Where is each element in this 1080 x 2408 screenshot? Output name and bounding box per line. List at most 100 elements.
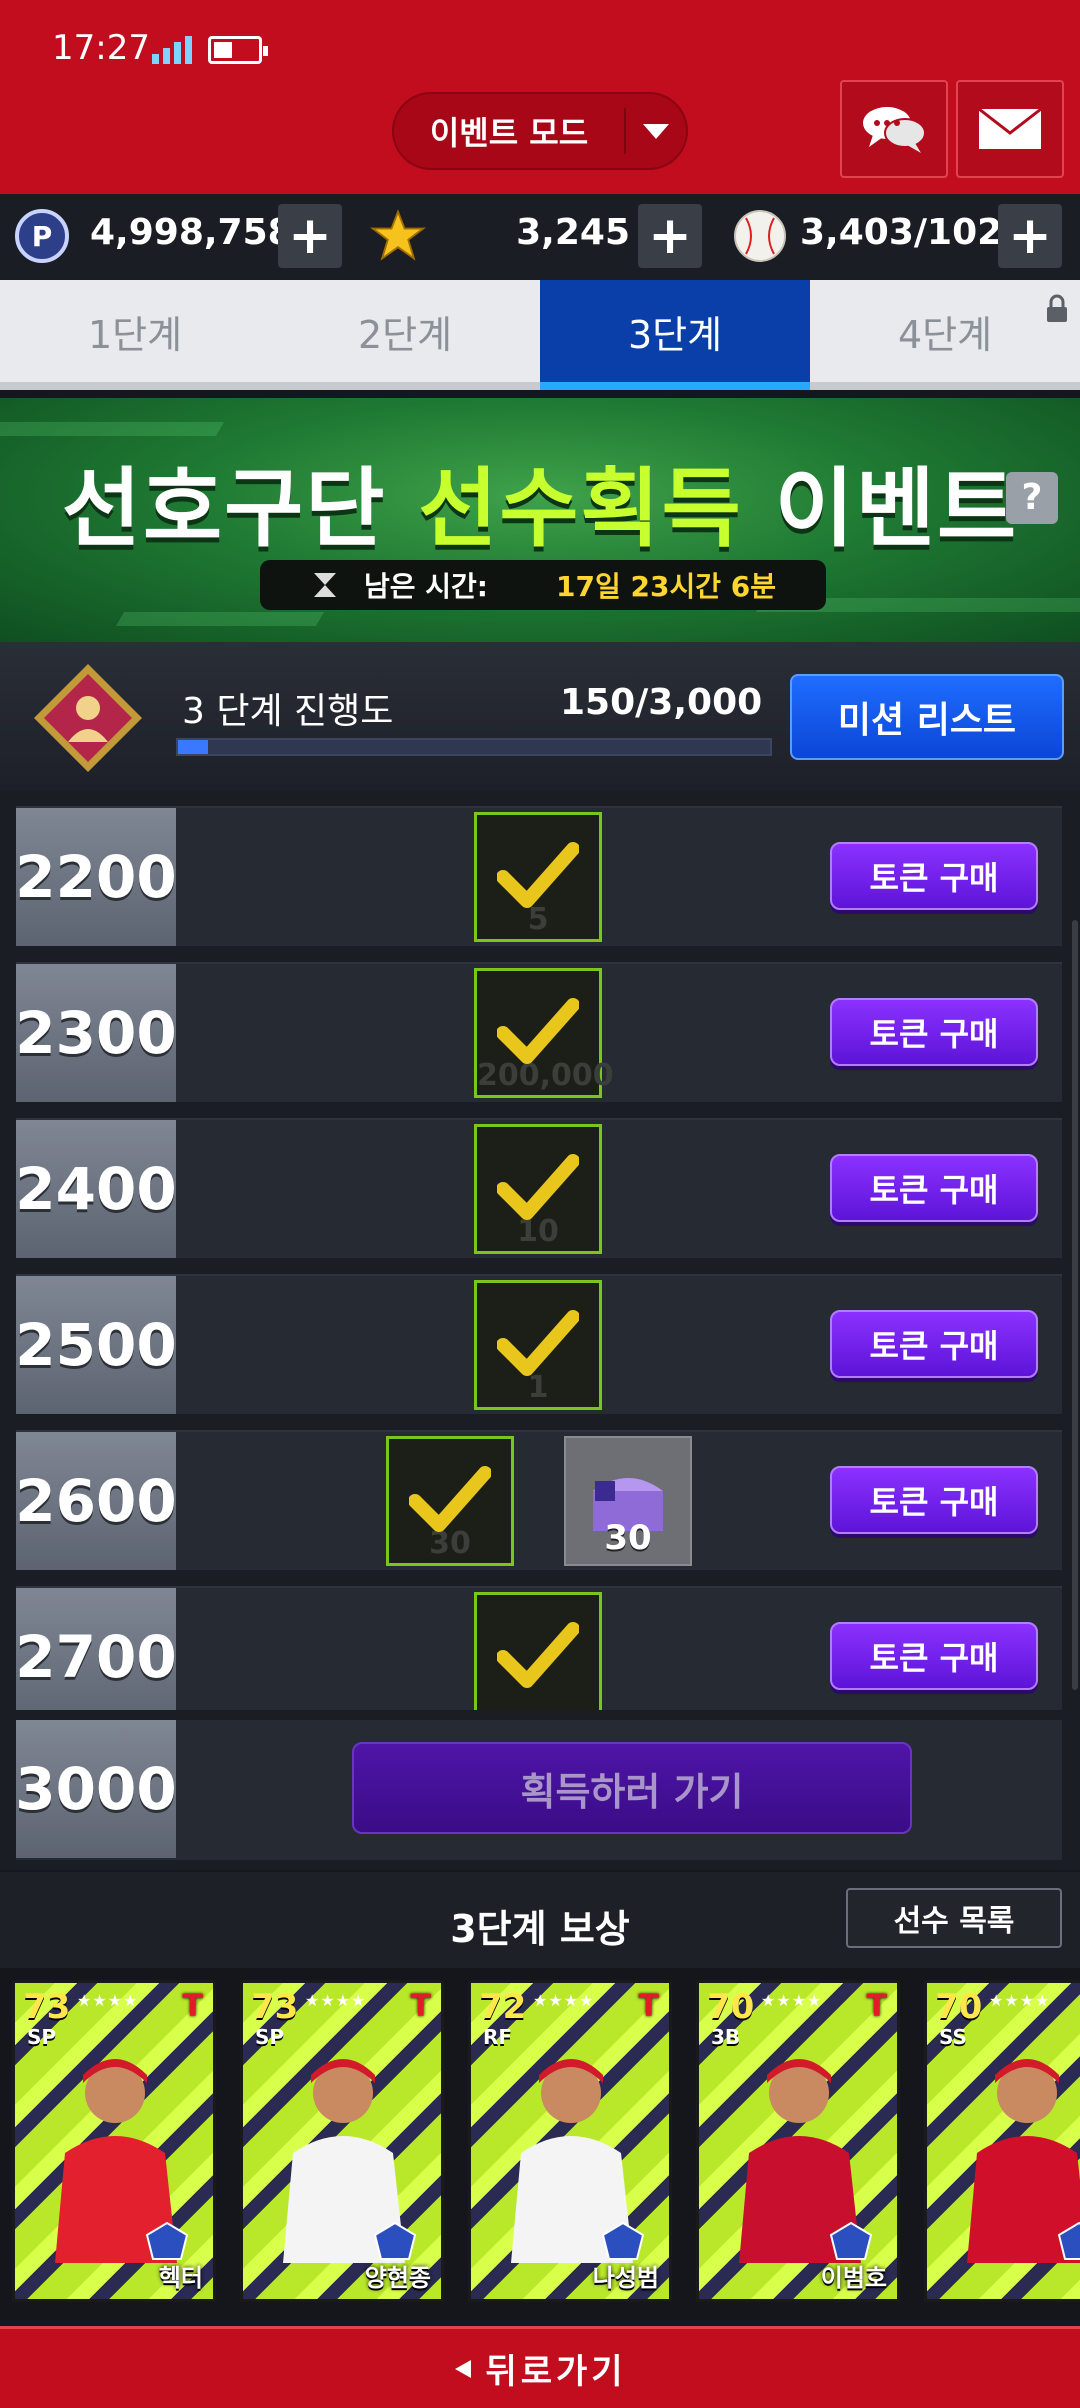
reward-row: 2200 5 토큰 구매 — [15, 806, 1062, 946]
card-position: RF — [483, 2025, 513, 2049]
add-points-button[interactable]: + — [278, 204, 342, 268]
buy-token-button[interactable]: 토큰 구매 — [830, 1310, 1038, 1378]
buy-token-button[interactable]: 토큰 구매 — [830, 842, 1038, 910]
lock-icon — [1047, 294, 1067, 322]
battery-icon — [208, 36, 268, 64]
progress-value: 150/3,000 — [560, 682, 763, 723]
envelope-icon — [978, 107, 1042, 149]
team-logo-icon: T — [182, 1989, 203, 2024]
reward-row: 2500 1 토큰 구매 — [15, 1274, 1062, 1414]
reward-row: 2300 200,000 토큰 구매 — [15, 962, 1062, 1102]
tab-step-2[interactable]: 2단계 — [270, 280, 540, 382]
reward-item-chest[interactable]: 30 — [564, 1436, 692, 1566]
checkmark-icon — [409, 1466, 491, 1532]
chevron-down-icon — [626, 121, 686, 141]
card-overall: 70 — [935, 1987, 983, 2027]
mode-dropdown[interactable]: 이벤트 모드 — [392, 92, 688, 170]
mail-button[interactable] — [956, 80, 1064, 178]
tab-step-4[interactable]: 4단계 — [810, 280, 1080, 382]
currency-bar: P 4,998,758 + 3,245 + 3,403/102 + — [0, 194, 1080, 280]
add-stars-button[interactable]: + — [638, 204, 702, 268]
event-banner: 선호구단 선수획득 이벤트 ? 남은 시간: 17일 23시간 6분 — [0, 398, 1080, 642]
help-button[interactable]: ? — [1006, 472, 1058, 524]
card-stars-icon: ★★★★ — [77, 1991, 139, 2010]
back-label: 뒤로가기 — [485, 2352, 627, 2392]
checkmark-icon — [497, 1154, 579, 1220]
step-tabs: 1단계 2단계 3단계 4단계 — [0, 280, 1080, 390]
chat-button[interactable] — [840, 80, 948, 178]
banner-title: 선호구단 선수획득 이벤트 — [61, 459, 1019, 559]
player-card[interactable]: 70SS★★★★T이 — [924, 1980, 1080, 2302]
buy-token-button[interactable]: 토큰 구매 — [830, 998, 1038, 1066]
team-logo-icon: T — [866, 1989, 887, 2024]
timer-value: 17일 23시간 6분 — [556, 570, 776, 603]
top-header: 17:27 이벤트 모드 — [0, 0, 1080, 194]
team-logo-icon: T — [638, 1989, 659, 2024]
timer-label: 남은 시간: — [364, 570, 488, 603]
mission-list-button[interactable]: 미션 리스트 — [790, 674, 1064, 760]
svg-text:P: P — [32, 220, 53, 253]
reward-row: 2400 10 토큰 구매 — [15, 1118, 1062, 1258]
row-level: 2300 — [15, 964, 177, 1102]
row-level: 2200 — [15, 808, 177, 946]
reward-item-claimed[interactable]: 200,000 — [474, 968, 614, 1098]
card-player-name: 이범호 — [820, 2264, 887, 2292]
player-card-carousel[interactable]: 73 SP ★★★★ T 헥터 73 SP ★★★★ T 양현종 72 RF ★★★★ T 나성범 70 3B ★… — [0, 1968, 1080, 2320]
player-list-button[interactable]: 선수 목록 — [846, 1888, 1062, 1948]
card-overall: 72 — [479, 1987, 527, 2027]
checkmark-icon — [497, 998, 579, 1064]
tab-step-1[interactable]: 1단계 — [0, 280, 270, 382]
reward-item-claimed[interactable] — [474, 1592, 602, 1710]
player-card[interactable]: 73 SP ★★★★ T 양현종 — [240, 1980, 444, 2302]
card-position: SP — [27, 2025, 57, 2049]
row-level: 2500 — [15, 1276, 177, 1414]
checkmark-icon — [497, 1622, 579, 1688]
checkmark-icon — [497, 842, 579, 908]
go-acquire-button[interactable]: 획득하러 가기 — [352, 1742, 912, 1834]
player-card[interactable]: 72 RF ★★★★ T 나성범 — [468, 1980, 672, 2302]
reward-item-claimed[interactable]: 30 — [386, 1436, 514, 1566]
step-badge-icon — [34, 664, 142, 772]
progress-fill — [178, 740, 208, 754]
card-overall: 73 — [23, 1987, 71, 2027]
reward-count: 30 — [604, 1518, 652, 1558]
checkmark-icon — [497, 1310, 579, 1376]
buy-token-button[interactable]: 토큰 구매 — [830, 1466, 1038, 1534]
buy-token-button[interactable]: 토큰 구매 — [830, 1154, 1038, 1222]
add-balls-button[interactable]: + — [998, 204, 1062, 268]
card-player-name: 나성범 — [592, 2264, 659, 2292]
progress-panel: 3 단계 진행도 150/3,000 미션 리스트 — [0, 642, 1080, 790]
balls-value: 3,403/102 — [800, 212, 1003, 253]
signal-icon — [152, 36, 192, 64]
card-stars-icon: ★★★★ — [989, 1991, 1051, 2010]
player-card[interactable]: 73 SP ★★★★ T 헥터 — [12, 1980, 216, 2302]
back-button[interactable]: 뒤로가기 — [0, 2326, 1080, 2408]
card-player-name: 양현종 — [364, 2264, 431, 2292]
event-screen: 17:27 이벤트 모드 P 4,998,758 + 3,245 + 3,403… — [0, 0, 1080, 2408]
points-value: 4,998,758 — [90, 212, 293, 253]
hourglass-icon — [314, 573, 336, 597]
row-level: 2700 — [16, 1588, 177, 1710]
card-player-name: 헥터 — [158, 2264, 203, 2292]
card-overall: 70 — [707, 1987, 755, 2027]
tab-step-3[interactable]: 3단계 — [540, 280, 810, 390]
card-position: SP — [255, 2025, 285, 2049]
stars-value: 3,245 — [516, 212, 630, 253]
progress-label: 3 단계 진행도 — [182, 691, 394, 732]
card-stars-icon: ★★★★ — [761, 1991, 823, 2010]
scrollbar[interactable] — [1072, 920, 1078, 1690]
card-emblem-icon — [1057, 2221, 1080, 2260]
player-card[interactable]: 70 3B ★★★★ T 이범호 — [696, 1980, 900, 2302]
card-stars-icon: ★★★★ — [305, 1991, 367, 2010]
chat-bubbles-icon — [863, 107, 926, 153]
card-emblem-icon — [145, 2221, 189, 2260]
reward-item-claimed[interactable]: 1 — [474, 1280, 602, 1410]
card-emblem-icon — [601, 2221, 645, 2260]
progress-bar — [176, 738, 772, 756]
card-position: 3B — [711, 2025, 741, 2049]
buy-token-button[interactable]: 토큰 구매 — [830, 1622, 1038, 1690]
reward-item-claimed[interactable]: 5 — [474, 812, 602, 942]
team-logo-icon: T — [410, 1989, 431, 2024]
timer-pill: 남은 시간: 17일 23시간 6분 — [260, 560, 826, 610]
reward-item-claimed[interactable]: 10 — [474, 1124, 602, 1254]
